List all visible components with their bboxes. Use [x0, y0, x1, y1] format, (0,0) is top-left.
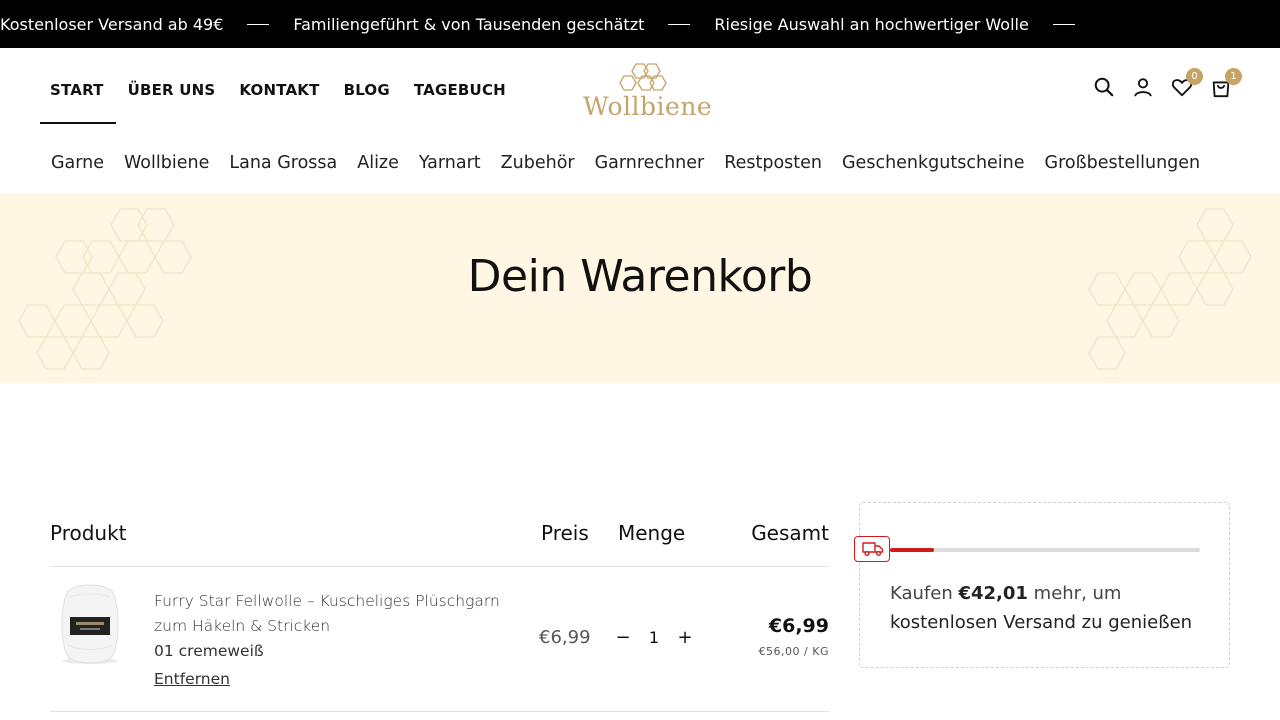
cart-item-row: Furry Star Fellwolle – Kuscheliges Plüsc… — [50, 567, 829, 712]
cart-button[interactable]: 1 — [1210, 68, 1242, 98]
main-nav-item[interactable]: Geschenkgutscheine — [832, 147, 1035, 179]
column-header-product: Produkt — [50, 521, 127, 545]
increase-quantity-button[interactable]: + — [675, 625, 695, 649]
announcement-message: Riesige Auswahl an hochwertiger Wolle — [714, 14, 1029, 34]
shipping-remaining-amount: €42,01 — [958, 583, 1028, 604]
main-nav-item[interactable]: Großbestellungen — [1035, 147, 1211, 179]
shipping-progress-bar — [890, 548, 1200, 552]
page-hero: Dein Warenkorb — [0, 193, 1280, 383]
top-nav-contact[interactable]: KONTAKT — [227, 48, 331, 124]
shipping-text-prefix: Kaufen — [890, 583, 959, 604]
decrease-quantity-button[interactable]: − — [613, 625, 633, 649]
announcement-bar: Kostenloser Versand ab 49€ Familiengefüh… — [0, 0, 1280, 48]
shipping-progress-fill — [890, 548, 935, 552]
top-nav-diary[interactable]: TAGEBUCH — [402, 48, 518, 124]
quantity-value[interactable]: 1 — [633, 628, 675, 647]
item-price: €6,99 — [539, 627, 591, 648]
header-icons: 0 1 — [1093, 68, 1242, 98]
top-nav-start[interactable]: START — [40, 48, 116, 124]
main-nav-item[interactable]: Zubehör — [491, 147, 585, 179]
main-nav-item[interactable]: Garne — [41, 147, 114, 179]
account-button[interactable] — [1132, 76, 1154, 98]
main-nav-item[interactable]: Alize — [347, 147, 409, 179]
shipping-text-suffix: kostenlosen Versand zu genießen — [890, 612, 1193, 633]
item-total: €6,99 — [768, 615, 829, 637]
main-nav-item[interactable]: Wollbiene — [114, 147, 219, 179]
truck-badge — [854, 536, 890, 562]
page-title: Dein Warenkorb — [467, 251, 813, 302]
yarn-ball-image — [61, 584, 119, 664]
cart-header-row: Produkt Preis Menge Gesamt — [50, 503, 829, 567]
announcement-message: Kostenloser Versand ab 49€ — [0, 14, 224, 34]
column-header-quantity: Menge — [618, 521, 686, 545]
site-logo[interactable]: Wollbiene — [583, 62, 713, 124]
quantity-stepper: − 1 + — [613, 625, 695, 649]
top-nav-about[interactable]: ÜBER UNS — [116, 48, 228, 124]
logo-text: Wollbiene — [583, 92, 713, 121]
honeycomb-logo-icon — [619, 63, 667, 91]
main-nav-item[interactable]: Restposten — [714, 147, 832, 179]
product-name-link[interactable]: Furry Star Fellwolle – Kuscheliges Plüsc… — [154, 589, 524, 639]
free-shipping-box: Kaufen €42,01 mehr, um kostenlosen Versa… — [854, 502, 1230, 668]
search-button[interactable] — [1093, 76, 1115, 98]
main-nav: Garne Wollbiene Lana Grossa Alize Yarnar… — [41, 147, 1210, 179]
cart-count-badge: 1 — [1225, 68, 1242, 85]
column-header-total: Gesamt — [751, 521, 829, 545]
product-variant: 01 cremeweiß — [154, 642, 264, 660]
announcement-track: Kostenloser Versand ab 49€ Familiengefüh… — [0, 0, 1099, 48]
top-nav: START ÜBER UNS KONTAKT BLOG TAGEBUCH — [40, 48, 518, 124]
wishlist-button[interactable]: 0 — [1171, 68, 1203, 98]
top-nav-blog[interactable]: BLOG — [332, 48, 402, 124]
announcement-separator — [668, 23, 691, 25]
main-nav-item[interactable]: Garnrechner — [585, 147, 715, 179]
user-icon — [1134, 78, 1152, 97]
main-nav-item[interactable]: Yarnart — [409, 147, 491, 179]
announcement-message: Familiengeführt & von Tausenden geschätz… — [293, 14, 645, 34]
main-nav-item[interactable]: Lana Grossa — [219, 147, 347, 179]
product-thumbnail[interactable] — [50, 583, 130, 665]
site-header: START ÜBER UNS KONTAKT BLOG TAGEBUCH Wol… — [0, 48, 1280, 193]
free-shipping-message: Kaufen €42,01 mehr, um kostenlosen Versa… — [890, 579, 1210, 637]
remove-item-link[interactable]: Entfernen — [154, 670, 230, 688]
truck-icon — [862, 542, 884, 556]
shipping-text-middle: mehr, um — [1027, 583, 1122, 604]
unit-price: €56,00 / KG — [758, 645, 829, 658]
announcement-separator — [1052, 23, 1075, 25]
search-icon — [1094, 77, 1114, 97]
wishlist-count-badge: 0 — [1186, 68, 1203, 85]
column-header-price: Preis — [541, 521, 589, 545]
announcement-separator — [247, 23, 270, 25]
cart-table: Produkt Preis Menge Gesamt Furry Star Fe… — [50, 503, 829, 712]
